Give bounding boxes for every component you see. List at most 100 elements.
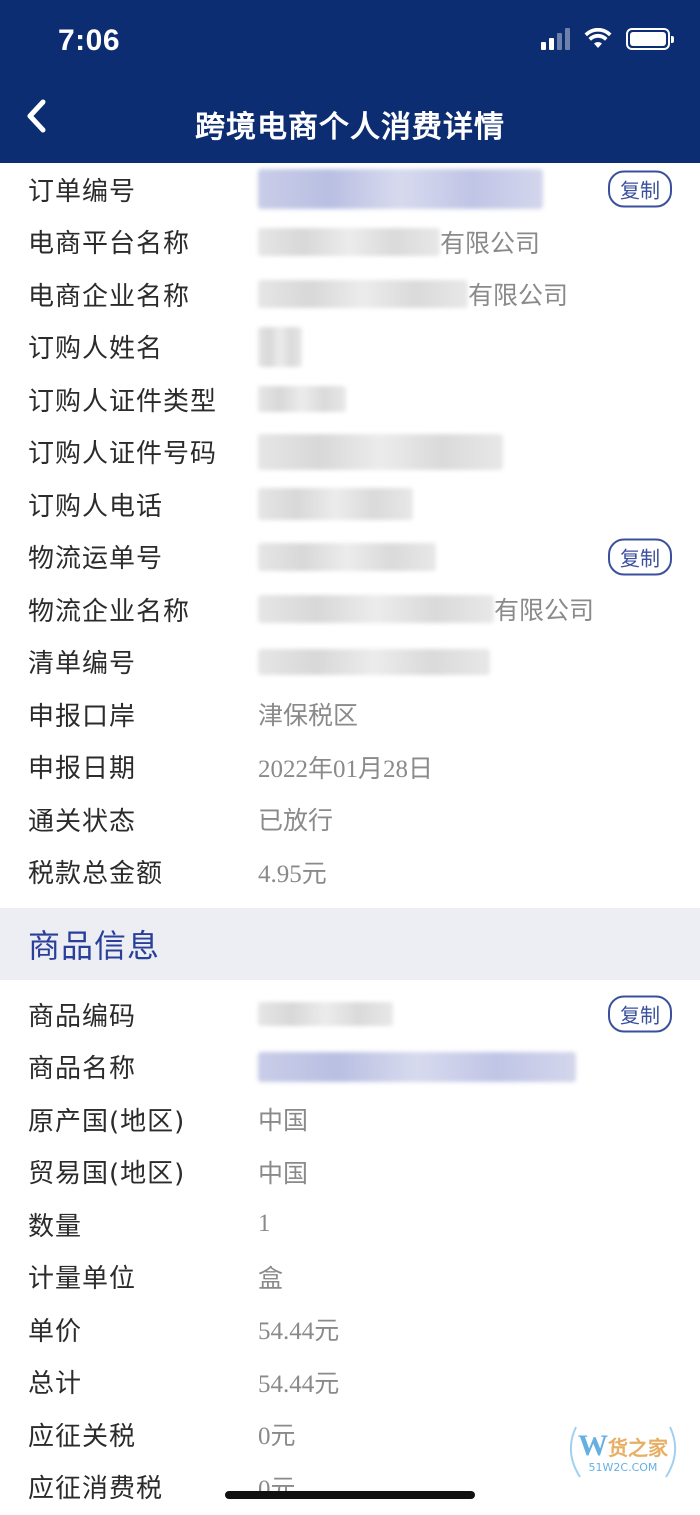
manifest-number-value [258, 648, 490, 675]
unit-row: 计量单位 盒 [28, 1251, 672, 1304]
buyer-id-number-value [258, 433, 503, 470]
redacted-value [258, 542, 436, 571]
row-label: 订单编号 [28, 176, 137, 207]
status-bar: 7:06 [0, 0, 700, 80]
manifest-number-row: 清单编号 [28, 636, 672, 689]
redacted-value [258, 227, 440, 256]
row-label: 应征消费税 [28, 1474, 164, 1505]
unit-price-row: 单价 54.44元 [28, 1303, 672, 1356]
waybill-number-value [258, 542, 436, 571]
redacted-value [258, 488, 413, 521]
row-label: 订购人姓名 [28, 334, 164, 365]
redacted-value [258, 648, 490, 675]
origin-country-value: 中国 [258, 1106, 309, 1136]
consumption-tax-value: 0元 [258, 1475, 296, 1503]
row-label: 订购人证件类型 [28, 386, 218, 417]
redacted-value [258, 326, 302, 367]
enterprise-name-value: 有限公司 [258, 276, 568, 312]
battery-icon [626, 28, 674, 50]
row-label: 清单编号 [28, 649, 137, 680]
clearance-status-value: 已放行 [258, 806, 334, 836]
row-label: 贸易国(地区) [28, 1159, 186, 1190]
copy-waybill-button[interactable]: 复制 [608, 538, 672, 576]
buyer-id-number-row: 订购人证件号码 [28, 426, 672, 479]
unit-price-value: 54.44元 [258, 1318, 340, 1346]
buyer-name-row: 订购人姓名 [28, 321, 672, 374]
watermark-logo: W货之家 51W2C.COM [558, 1417, 688, 1487]
row-label: 电商平台名称 [28, 229, 191, 260]
redacted-value [258, 1002, 393, 1027]
goods-name-row: 商品名称 [28, 1041, 672, 1094]
cellular-signal-icon [541, 28, 570, 50]
row-label: 物流运单号 [28, 544, 164, 575]
row-label: 电商企业名称 [28, 281, 191, 312]
total-tax-value: 4.95元 [258, 860, 327, 888]
trade-country-row: 贸易国(地区) 中国 [28, 1146, 672, 1199]
buyer-phone-value [258, 488, 413, 521]
buyer-id-type-row: 订购人证件类型 [28, 373, 672, 426]
waybill-number-row: 物流运单号 复制 [28, 531, 672, 584]
platform-name-row: 电商平台名称 有限公司 [28, 216, 672, 269]
goods-code-value [258, 1002, 393, 1027]
quantity-row: 数量 1 [28, 1198, 672, 1251]
redacted-value [258, 433, 503, 470]
redacted-value [258, 595, 494, 624]
row-label: 应征关税 [28, 1421, 137, 1452]
unit-value: 盒 [258, 1263, 284, 1293]
row-label: 原产国(地区) [28, 1106, 186, 1137]
declare-port-row: 申报口岸 津保税区 [28, 688, 672, 741]
page-title: 跨境电商个人消费详情 [195, 110, 505, 145]
section-title: 商品信息 [28, 927, 161, 965]
row-label: 物流企业名称 [28, 596, 191, 627]
app-header: 7:06 跨境电商个人消费详情 [0, 0, 700, 163]
home-indicator[interactable] [225, 1491, 475, 1499]
laurel-icon [569, 1426, 677, 1478]
platform-name-value: 有限公司 [258, 224, 540, 260]
logistics-name-row: 物流企业名称 有限公司 [28, 583, 672, 636]
redacted-value [258, 386, 346, 413]
total-row: 总计 54.44元 [28, 1356, 672, 1409]
row-label: 申报日期 [28, 754, 137, 785]
order-info-list: 订单编号 复制 电商平台名称 有限公司 电商企业名称 有限公司 订购人姓名 订购… [0, 163, 700, 898]
row-label: 数量 [28, 1211, 83, 1242]
row-label: 商品编码 [28, 1001, 137, 1032]
row-label: 单价 [28, 1316, 83, 1347]
goods-name-value [258, 1051, 576, 1082]
nav-bar: 跨境电商个人消费详情 [0, 80, 700, 163]
trade-country-value: 中国 [258, 1158, 309, 1188]
row-label: 订购人电话 [28, 491, 164, 522]
goods-section-header: 商品信息 [0, 908, 700, 980]
buyer-name-value [258, 326, 302, 367]
order-number-row: 订单编号 复制 [28, 163, 672, 216]
total-tax-row: 税款总金额 4.95元 [28, 846, 672, 899]
row-label: 商品名称 [28, 1054, 137, 1085]
row-label: 申报口岸 [28, 701, 137, 732]
total-value: 54.44元 [258, 1370, 340, 1398]
row-label: 通关状态 [28, 806, 137, 837]
order-number-value [258, 169, 543, 210]
copy-goods-code-button[interactable]: 复制 [608, 995, 672, 1033]
declare-date-value: 2022年01月28日 [258, 755, 434, 783]
row-label: 订购人证件号码 [28, 439, 218, 470]
declare-date-row: 申报日期 2022年01月28日 [28, 741, 672, 794]
logistics-name-value: 有限公司 [258, 591, 594, 627]
redacted-value [258, 1051, 576, 1082]
row-label: 税款总金额 [28, 859, 164, 890]
status-time: 7:06 [58, 24, 121, 57]
enterprise-name-row: 电商企业名称 有限公司 [28, 268, 672, 321]
buyer-phone-row: 订购人电话 [28, 478, 672, 531]
quantity-value: 1 [258, 1210, 271, 1238]
buyer-id-type-value [258, 386, 346, 413]
goods-code-row: 商品编码 复制 [28, 988, 672, 1041]
redacted-value [258, 169, 543, 210]
copy-order-number-button[interactable]: 复制 [608, 170, 672, 208]
row-label: 总计 [28, 1369, 83, 1400]
status-icons [541, 28, 674, 50]
clearance-status-row: 通关状态 已放行 [28, 793, 672, 846]
redacted-value [258, 280, 468, 309]
declare-port-value: 津保税区 [258, 701, 359, 731]
wifi-icon [584, 28, 612, 48]
row-label: 计量单位 [28, 1264, 137, 1295]
origin-country-row: 原产国(地区) 中国 [28, 1093, 672, 1146]
customs-duty-value: 0元 [258, 1423, 296, 1451]
